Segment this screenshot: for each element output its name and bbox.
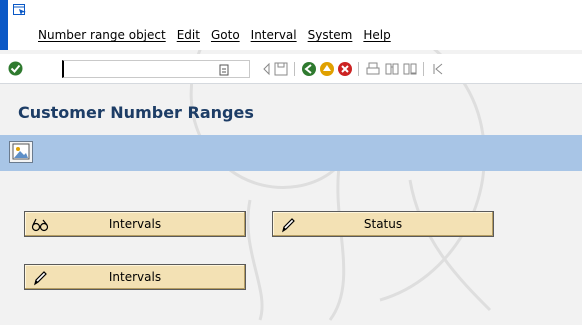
status-button[interactable]: Status <box>272 211 494 237</box>
menu-system[interactable]: System <box>308 28 353 42</box>
menu-interval[interactable]: Interval <box>251 28 297 42</box>
enter-check-icon[interactable] <box>8 61 23 76</box>
intervals-change-label: Intervals <box>108 270 162 284</box>
intervals-display-button[interactable]: Intervals <box>24 211 246 237</box>
menu-goto[interactable]: Goto <box>211 28 240 42</box>
system-menu-icon[interactable] <box>13 4 27 16</box>
first-page-icon[interactable] <box>430 61 446 77</box>
page-title: Customer Number Ranges <box>18 103 254 122</box>
toolbar-separator <box>423 62 424 76</box>
application-toolbar <box>0 135 582 171</box>
menu-help[interactable]: Help <box>363 28 390 42</box>
toolbar-separator <box>294 62 295 76</box>
toolbar-separator <box>358 62 359 76</box>
cancel-icon[interactable] <box>337 61 353 77</box>
find-next-icon[interactable] <box>402 61 418 77</box>
menu-edit[interactable]: Edit <box>177 28 200 42</box>
print-icon[interactable] <box>365 61 381 77</box>
menu-area: Number range object Edit Goto Interval S… <box>0 0 582 50</box>
back-icon[interactable] <box>301 61 317 77</box>
standard-toolbar <box>0 54 582 84</box>
find-icon[interactable] <box>384 61 400 77</box>
landscape-picture-icon <box>12 143 30 160</box>
display-picture-button[interactable] <box>9 141 33 163</box>
menu-bar: Number range object Edit Goto Interval S… <box>38 28 402 42</box>
exit-icon[interactable] <box>319 61 335 77</box>
intervals-display-label: Intervals <box>108 217 162 231</box>
command-history-icon[interactable] <box>219 64 229 76</box>
save-icon[interactable] <box>273 61 289 77</box>
status-label: Status <box>363 217 403 231</box>
menu-number-range-object[interactable]: Number range object <box>38 28 166 42</box>
intervals-change-button[interactable]: Intervals <box>24 264 246 290</box>
